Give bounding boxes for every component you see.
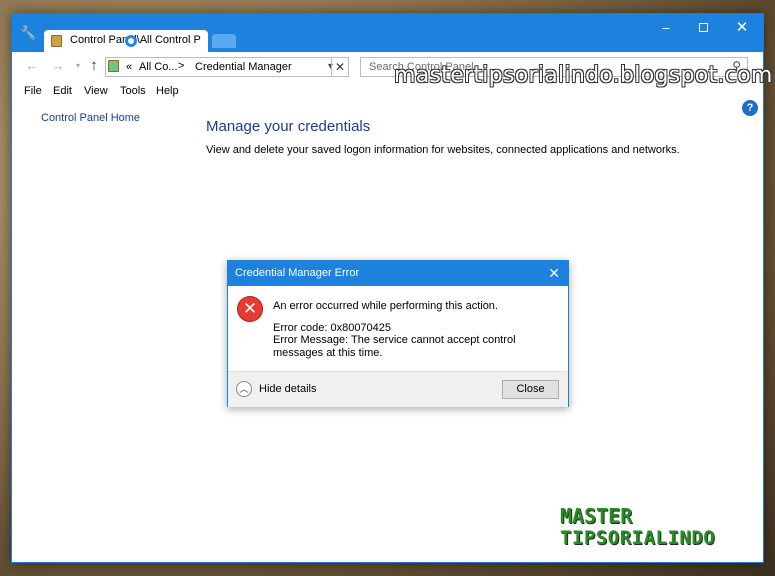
title-bar[interactable]: 🔧 Control Panel\All Control P – ✕	[12, 14, 763, 52]
menu-help[interactable]: Help	[156, 85, 179, 97]
address-bar[interactable]: « All Co... > Credential Manager ▾	[105, 57, 349, 77]
close-window-button[interactable]: ✕	[733, 20, 751, 36]
hide-details-toggle[interactable]: Hide details	[259, 383, 316, 395]
error-dialog: Credential Manager Error ✕ ✕ An error oc…	[227, 260, 569, 407]
chevron-up-icon[interactable]: ︿	[236, 381, 252, 397]
close-icon[interactable]: ✕	[548, 265, 560, 282]
maximize-button[interactable]	[694, 20, 712, 36]
menu-view[interactable]: View	[84, 85, 108, 97]
logo-line-1: MASTER	[560, 504, 633, 528]
clear-address-button[interactable]: ✕	[331, 57, 349, 77]
maximize-icon	[698, 23, 708, 32]
error-summary: An error occurred while performing this …	[273, 300, 498, 312]
breadcrumb-overflow[interactable]: «	[126, 61, 132, 73]
page-description: View and delete your saved logon informa…	[206, 144, 680, 156]
recent-locations-icon[interactable]: ▾	[70, 58, 86, 74]
wrench-icon[interactable]: 🔧	[20, 26, 36, 40]
help-icon[interactable]: ?	[742, 100, 758, 116]
new-tab-button[interactable]	[212, 34, 236, 48]
minimize-button[interactable]: –	[657, 20, 675, 36]
error-icon: ✕	[237, 296, 263, 322]
error-message: Error Message: The service cannot accept…	[273, 334, 516, 359]
breadcrumb-separator[interactable]: >	[178, 60, 184, 72]
breadcrumb-credential-manager[interactable]: Credential Manager	[195, 61, 292, 73]
busy-cursor-icon	[125, 35, 137, 47]
breadcrumb-all-control-panel[interactable]: All Co...	[139, 61, 178, 73]
logo-line-2: TIPSORIALINDO	[560, 527, 716, 549]
watermark-text: mastertipsorialindo.blogspot.com	[394, 63, 773, 88]
brand-logo: MASTER TIPSORIALINDO	[560, 505, 715, 549]
back-button[interactable]: ←	[24, 58, 40, 74]
menu-edit[interactable]: Edit	[53, 85, 72, 97]
close-button[interactable]: Close	[502, 380, 559, 399]
menu-file[interactable]: File	[24, 85, 42, 97]
error-code: Error code: 0x80070425	[273, 322, 392, 334]
up-button[interactable]: ↑	[86, 58, 102, 74]
control-panel-icon	[51, 35, 62, 47]
dialog-title-bar[interactable]: Credential Manager Error ✕	[228, 261, 568, 286]
menu-tools[interactable]: Tools	[120, 85, 146, 97]
dialog-footer: ︿ Hide details Close	[228, 371, 568, 407]
page-title: Manage your credentials	[206, 118, 371, 135]
dialog-title: Credential Manager Error	[235, 267, 360, 279]
control-panel-home-link[interactable]: Control Panel Home	[41, 112, 140, 124]
forward-button[interactable]: →	[50, 58, 66, 74]
control-panel-icon	[108, 60, 119, 72]
